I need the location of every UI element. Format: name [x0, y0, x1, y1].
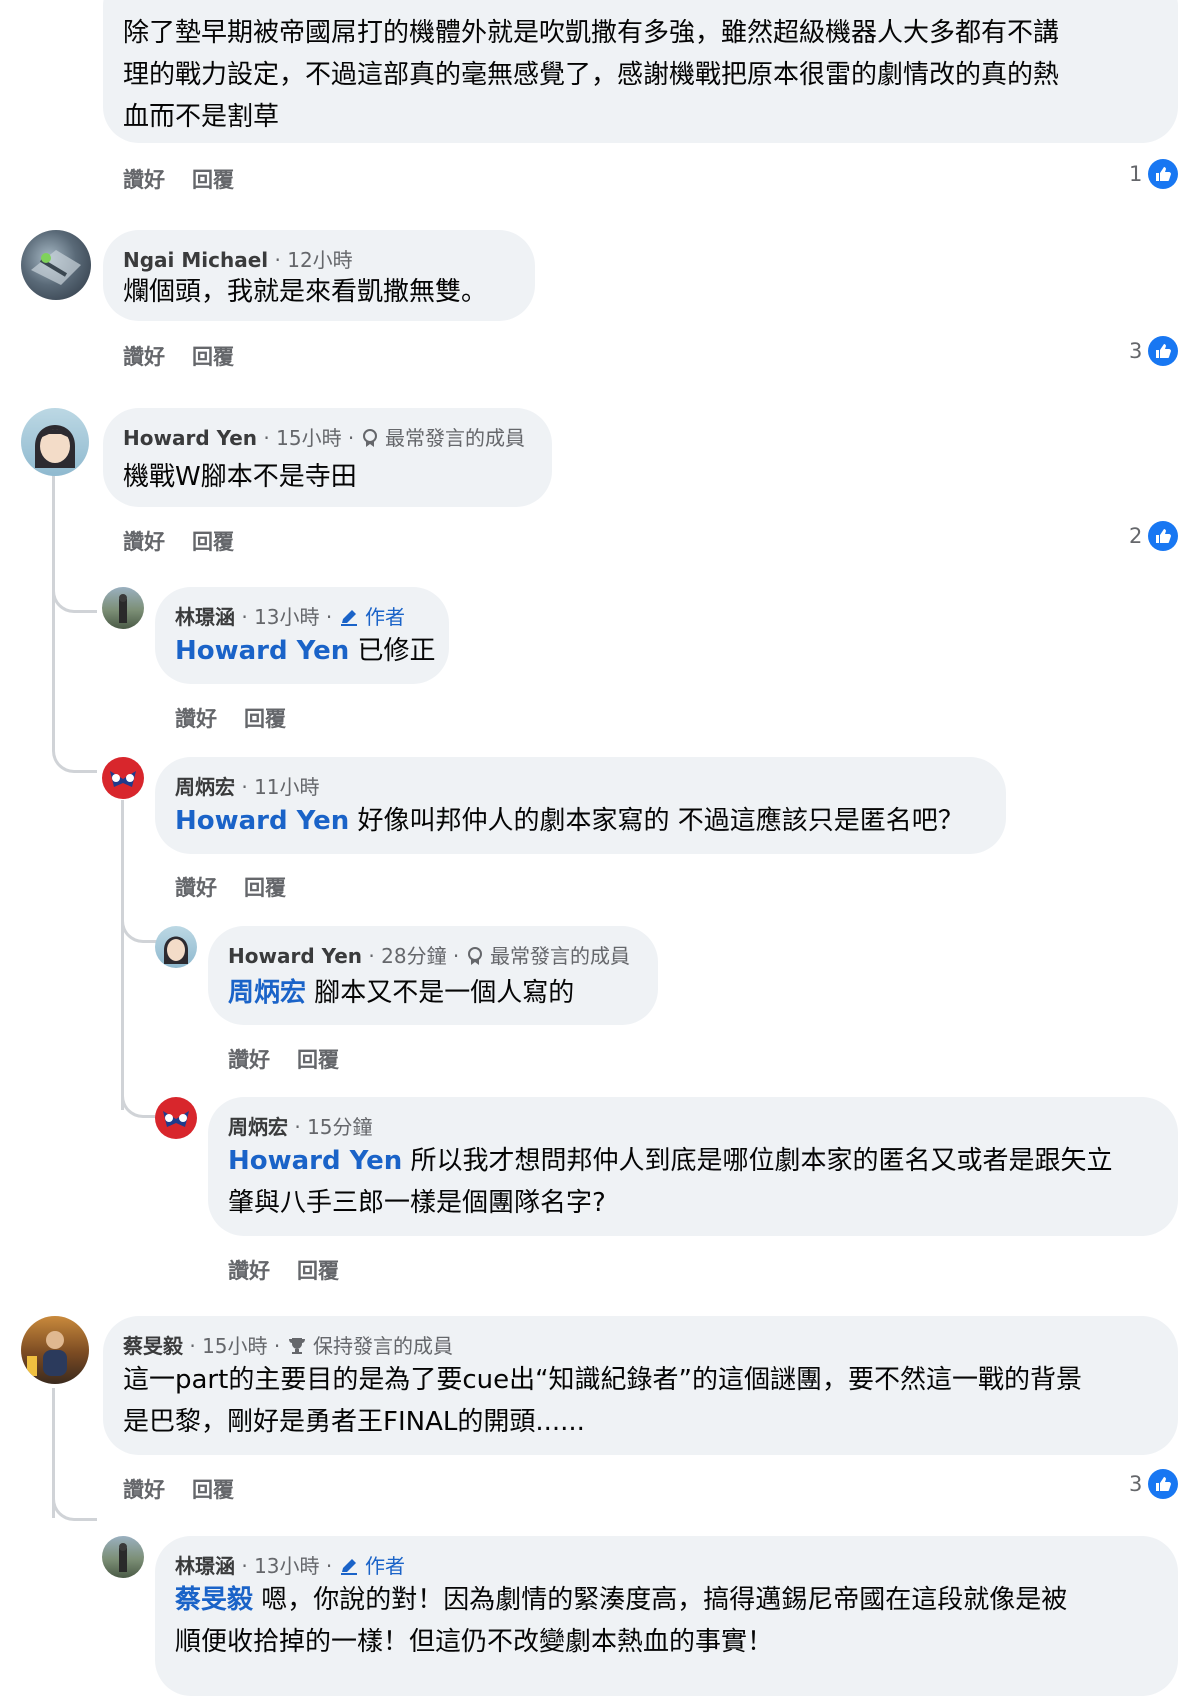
like-count: 1 [1129, 162, 1143, 186]
author-name[interactable]: Howard Yen [228, 944, 362, 968]
like-button[interactable]: 讚好 [228, 1044, 270, 1074]
comment-text: 所以我才想問邦仲人到底是哪位劇本家的匿名又或者是跟矢立 [402, 1146, 1113, 1176]
reply-button[interactable]: 回覆 [244, 703, 286, 733]
comment-text: 除了墊早期被帝國屌打的機體外就是吹凱撒有多強，雖然超級機器人大多都有不講 [123, 18, 1060, 48]
reply-button[interactable]: 回覆 [192, 341, 234, 371]
pencil-icon [340, 1559, 357, 1575]
like-button[interactable]: 讚好 [123, 1474, 165, 1504]
comment-bubble: Howard Yen · 28分鐘 · 最常發言的成員 周炳宏 腳本又不是一個人… [208, 926, 658, 1025]
like-count: 3 [1129, 339, 1143, 363]
comment-bubble: 除了墊早期被帝國屌打的機體外就是吹凱撒有多強，雖然超級機器人大多都有不講 理的戰… [103, 0, 1178, 143]
comment-bubble: Ngai Michael · 12小時 爛個頭，我就是來看凱撒無雙。 [103, 230, 535, 321]
timestamp[interactable]: · 12小時 [275, 248, 353, 272]
comment-bubble: Howard Yen · 15小時 · 最常發言的成員 機戰W腳本不是寺田 [103, 408, 552, 507]
author-name[interactable]: Ngai Michael [123, 248, 268, 272]
comment-text: 順便收拾掉的一樣！但這仍不改變劇本熱血的事實！ [175, 1627, 774, 1657]
avatar[interactable] [21, 1316, 89, 1384]
timestamp[interactable]: · 15分鐘 [294, 1115, 372, 1139]
author-name[interactable]: 周炳宏 [175, 775, 235, 799]
like-button[interactable]: 讚好 [123, 341, 165, 371]
comment-text: 腳本又不是一個人寫的 [306, 978, 575, 1008]
thumbs-up-icon [1148, 521, 1178, 551]
timestamp[interactable]: · 11小時 [241, 775, 319, 799]
comment-bubble: 林璟涵 · 13小時 · 作者 Howard Yen 已修正 [155, 587, 449, 684]
avatar[interactable] [102, 1536, 144, 1578]
like-button[interactable]: 讚好 [175, 703, 217, 733]
author-badge: 作者 [364, 605, 405, 629]
member-badge: 保持發言的成員 [312, 1334, 453, 1358]
comment-text: 已修正 [349, 636, 436, 666]
thumbs-up-icon [1148, 159, 1178, 189]
mention-link[interactable]: Howard Yen [175, 806, 349, 836]
avatar[interactable] [21, 408, 89, 476]
like-button[interactable]: 讚好 [123, 526, 165, 556]
thread-line [121, 800, 124, 1110]
like-button[interactable]: 讚好 [175, 872, 217, 902]
timestamp[interactable]: · 13小時 · [241, 605, 332, 629]
author-name[interactable]: 林璟涵 [175, 605, 235, 629]
thread-connector [52, 585, 97, 613]
thread-connector [121, 1090, 158, 1118]
comment-text: 是巴黎，剛好是勇者王FINAL的開頭...... [123, 1407, 585, 1437]
member-badge: 最常發言的成員 [490, 944, 631, 968]
reply-button[interactable]: 回覆 [244, 872, 286, 902]
author-name[interactable]: 林璟涵 [175, 1554, 235, 1578]
trophy-icon [288, 1338, 305, 1354]
member-badge: 最常發言的成員 [385, 426, 526, 450]
comment-text: 爛個頭，我就是來看凱撒無雙。 [123, 277, 488, 307]
mention-link[interactable]: Howard Yen [228, 1146, 402, 1176]
reply-button[interactable]: 回覆 [192, 526, 234, 556]
comment-text: 機戰W腳本不是寺田 [123, 462, 357, 492]
comment-bubble: 周炳宏 · 11小時 Howard Yen 好像叫邦仲人的劇本家寫的 不過這應該… [155, 757, 1006, 854]
comment-bubble: 林璟涵 · 13小時 · 作者 蔡旻毅 嗯，你說的對！因為劇情的緊湊度高，搞得邁… [155, 1536, 1178, 1696]
reply-button[interactable]: 回覆 [297, 1255, 339, 1285]
mention-link[interactable]: 周炳宏 [228, 978, 306, 1008]
mention-link[interactable]: Howard Yen [175, 636, 349, 666]
comment-bubble: 蔡旻毅 · 15小時 · 保持發言的成員 這一part的主要目的是為了要cue出… [103, 1316, 1178, 1455]
timestamp[interactable]: · 28分鐘 · [368, 944, 459, 968]
timestamp[interactable]: · 15小時 · [189, 1334, 280, 1358]
thread-connector [121, 915, 158, 943]
reply-button[interactable]: 回覆 [192, 1474, 234, 1504]
avatar[interactable] [102, 757, 144, 799]
comment-text: 理的戰力設定，不過這部真的毫無感覺了，感謝機戰把原本很雷的劇情改的真的熱 [123, 60, 1060, 90]
badge-icon [362, 429, 377, 447]
timestamp[interactable]: · 15小時 · [263, 426, 354, 450]
thumbs-up-icon [1148, 336, 1178, 366]
like-count: 2 [1129, 524, 1143, 548]
author-name[interactable]: 周炳宏 [228, 1115, 288, 1139]
author-name[interactable]: 蔡旻毅 [123, 1334, 183, 1358]
thread-connector [52, 745, 97, 773]
reply-button[interactable]: 回覆 [192, 164, 234, 194]
comment-bubble: 周炳宏 · 15分鐘 Howard Yen 所以我才想問邦仲人到底是哪位劇本家的… [208, 1097, 1178, 1236]
avatar[interactable] [102, 587, 144, 629]
author-name[interactable]: Howard Yen [123, 426, 257, 450]
timestamp[interactable]: · 13小時 · [241, 1554, 332, 1578]
avatar[interactable] [155, 1097, 197, 1139]
author-badge: 作者 [364, 1554, 405, 1578]
mention-link[interactable]: 蔡旻毅 [175, 1585, 253, 1615]
pencil-icon [340, 610, 357, 626]
avatar[interactable] [21, 230, 91, 300]
thumbs-up-icon [1148, 1469, 1178, 1499]
badge-icon [467, 947, 482, 965]
like-count: 3 [1129, 1472, 1143, 1496]
comment-text: 血而不是割草 [123, 102, 280, 132]
thread-connector [52, 1492, 97, 1521]
avatar[interactable] [155, 926, 197, 968]
comment-text: 好像叫邦仲人的劇本家寫的 不過這應該只是匿名吧？ [349, 806, 964, 836]
comment-text: 肇與八手三郎一樣是個團隊名字? [228, 1188, 606, 1218]
like-button[interactable]: 讚好 [228, 1255, 270, 1285]
comment-text: 嗯，你說的對！因為劇情的緊湊度高，搞得邁錫尼帝國在這段就像是被 [253, 1585, 1068, 1615]
reply-button[interactable]: 回覆 [297, 1044, 339, 1074]
like-button[interactable]: 讚好 [123, 164, 165, 194]
comment-text: 這一part的主要目的是為了要cue出“知識紀錄者”的這個謎團，要不然這一戰的背… [123, 1365, 1083, 1395]
